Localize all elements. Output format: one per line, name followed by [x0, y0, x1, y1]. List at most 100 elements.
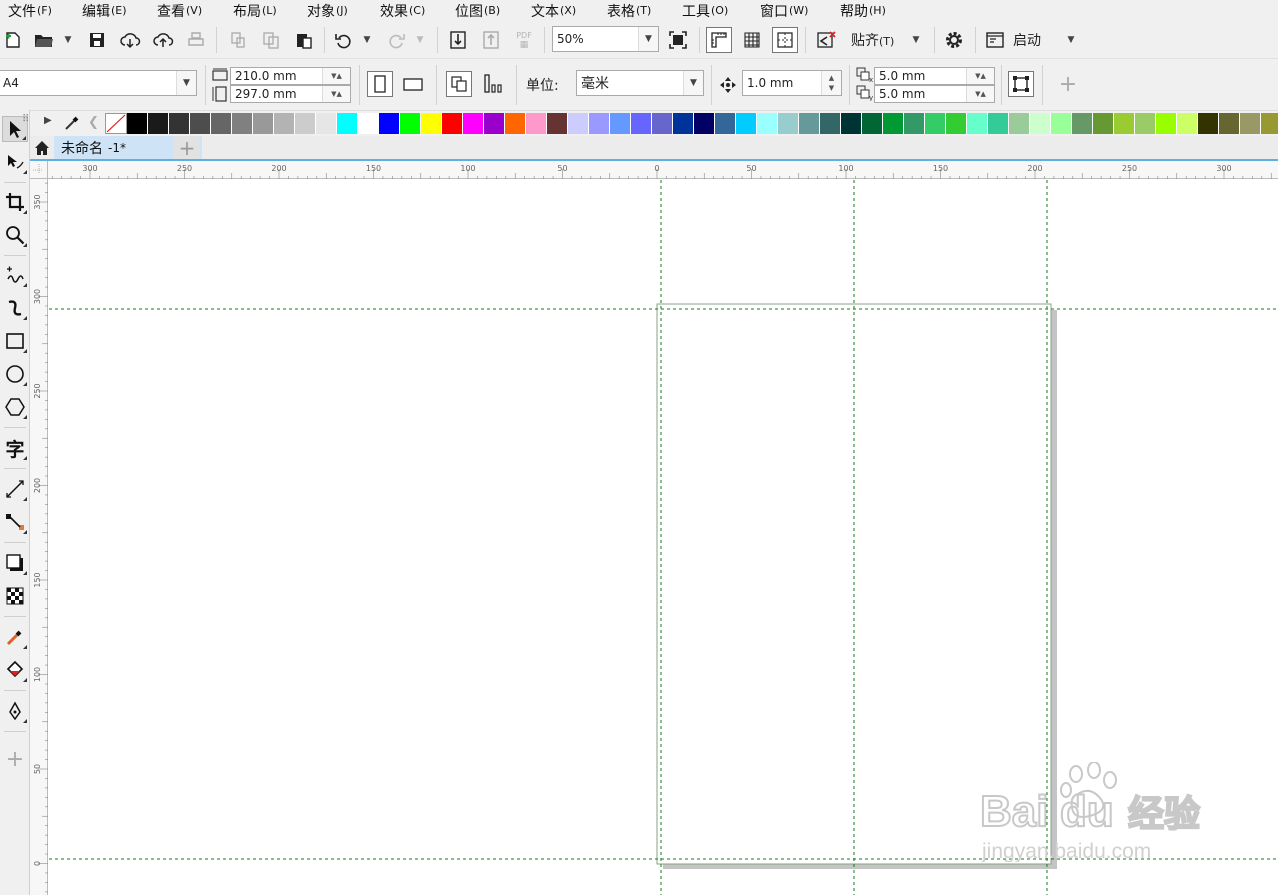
color-swatch[interactable]	[526, 113, 547, 134]
print-icon[interactable]	[183, 27, 209, 53]
nudge-distance-field[interactable]: 1.0 mm ▲ ▼	[742, 70, 842, 96]
color-swatch[interactable]	[547, 113, 568, 134]
chevron-down-icon[interactable]: ▼	[683, 71, 703, 95]
menu-item-10[interactable]: 窗口 (W)	[760, 0, 808, 21]
portrait-orientation-icon[interactable]	[367, 71, 393, 97]
color-swatch[interactable]	[1051, 113, 1072, 134]
color-swatch[interactable]	[946, 113, 967, 134]
full-screen-icon[interactable]	[665, 27, 691, 53]
color-swatch[interactable]	[295, 113, 316, 134]
color-swatch[interactable]	[652, 113, 673, 134]
color-swatch[interactable]	[169, 113, 190, 134]
add-icon[interactable]: +	[1055, 71, 1081, 97]
color-swatch[interactable]	[505, 113, 526, 134]
color-swatch[interactable]	[442, 113, 463, 134]
page-size-select[interactable]: A4 ▼	[0, 70, 197, 96]
artistic-media-tool-icon[interactable]	[2, 295, 28, 321]
color-swatch[interactable]	[1261, 113, 1278, 134]
color-swatch[interactable]	[484, 113, 505, 134]
shape-tool-icon[interactable]	[2, 149, 28, 175]
open-folder-icon[interactable]	[31, 27, 57, 53]
units-select[interactable]: 毫米 ▼	[576, 70, 704, 96]
palette-eyedropper-icon[interactable]	[62, 113, 82, 137]
landscape-orientation-icon[interactable]	[400, 71, 426, 97]
color-swatch[interactable]	[841, 113, 862, 134]
text-tool-icon[interactable]: 字	[2, 435, 28, 461]
color-swatch[interactable]	[1009, 113, 1030, 134]
undo-dropdown-icon[interactable]: ▼	[361, 27, 373, 53]
color-swatch[interactable]	[1072, 113, 1093, 134]
customize-toolbox-icon[interactable]: +	[2, 746, 28, 772]
smart-fill-tool-icon[interactable]	[2, 698, 28, 724]
color-swatch[interactable]	[736, 113, 757, 134]
color-swatch[interactable]	[190, 113, 211, 134]
open-dropdown-icon[interactable]: ▼	[62, 27, 74, 53]
cut-icon[interactable]	[225, 27, 251, 53]
page-height-field[interactable]: 297.0 mm ▼▲	[230, 85, 351, 103]
color-swatch[interactable]	[127, 113, 148, 134]
launch-label[interactable]: 启动	[1013, 30, 1041, 50]
color-swatch[interactable]	[967, 113, 988, 134]
ruler-origin-icon[interactable]	[30, 161, 48, 179]
color-swatch[interactable]	[862, 113, 883, 134]
color-swatch[interactable]	[358, 113, 379, 134]
page-width-stepper[interactable]: ▼▲	[322, 68, 350, 84]
color-swatch[interactable]	[148, 113, 169, 134]
color-swatch[interactable]	[757, 113, 778, 134]
color-swatch[interactable]	[988, 113, 1009, 134]
publish-pdf-icon[interactable]: PDF ▦	[511, 27, 537, 53]
welcome-home-icon[interactable]	[30, 136, 54, 159]
current-page-icon[interactable]	[480, 71, 506, 97]
color-swatch[interactable]	[421, 113, 442, 134]
color-swatch[interactable]	[568, 113, 589, 134]
zoom-tool-icon[interactable]	[2, 222, 28, 248]
color-swatch[interactable]	[673, 113, 694, 134]
menu-item-1[interactable]: 编辑 (E)	[82, 0, 127, 21]
redo-icon[interactable]	[383, 27, 409, 53]
color-swatch[interactable]	[274, 113, 295, 134]
color-swatch[interactable]	[1135, 113, 1156, 134]
color-swatch[interactable]	[694, 113, 715, 134]
color-swatch[interactable]	[337, 113, 358, 134]
color-swatch[interactable]	[589, 113, 610, 134]
menu-item-5[interactable]: 效果 (C)	[380, 0, 425, 21]
rectangle-tool-icon[interactable]	[2, 328, 28, 354]
export-icon[interactable]	[478, 27, 504, 53]
color-swatch[interactable]	[1156, 113, 1177, 134]
cloud-upload-icon[interactable]	[150, 27, 176, 53]
menu-item-7[interactable]: 文本 (X)	[531, 0, 576, 21]
snap-off-icon[interactable]	[813, 27, 839, 53]
color-swatch[interactable]	[925, 113, 946, 134]
duplicate-distance-y-stepper[interactable]: ▼▲	[966, 86, 994, 102]
no-color-swatch[interactable]	[105, 113, 127, 134]
color-swatch[interactable]	[1177, 113, 1198, 134]
color-swatch[interactable]	[379, 113, 400, 134]
paste-icon[interactable]	[291, 27, 317, 53]
cloud-download-icon[interactable]	[117, 27, 143, 53]
color-swatch[interactable]	[211, 113, 232, 134]
page-height-stepper[interactable]: ▼▲	[322, 86, 350, 102]
edit-page-frame-icon[interactable]	[1008, 71, 1034, 97]
color-swatch[interactable]	[232, 113, 253, 134]
menu-item-11[interactable]: 帮助 (H)	[840, 0, 886, 21]
application-launcher-icon[interactable]	[982, 27, 1008, 53]
snap-dropdown-icon[interactable]: ▼	[910, 27, 922, 53]
menu-item-8[interactable]: 表格 (T)	[607, 0, 651, 21]
color-swatch[interactable]	[799, 113, 820, 134]
chevron-down-icon[interactable]: ▼	[176, 71, 196, 95]
menu-item-2[interactable]: 查看 (V)	[157, 0, 202, 21]
palette-expand-icon[interactable]: ▶	[44, 115, 52, 126]
menu-item-4[interactable]: 对象 (J)	[307, 0, 348, 21]
vertical-ruler[interactable]: 350 300 250 200 150 100 50 0	[30, 179, 48, 895]
color-swatch[interactable]	[631, 113, 652, 134]
new-document-icon[interactable]	[0, 27, 26, 53]
interactive-fill-tool-icon[interactable]	[2, 657, 28, 683]
save-icon[interactable]	[84, 27, 110, 53]
menu-item-9[interactable]: 工具 (O)	[682, 0, 728, 21]
menu-item-0[interactable]: 文件 (F)	[8, 0, 52, 21]
color-swatch[interactable]	[610, 113, 631, 134]
color-swatch[interactable]	[715, 113, 736, 134]
eyedropper-tool-icon[interactable]	[2, 624, 28, 650]
color-swatch[interactable]	[883, 113, 904, 134]
redo-dropdown-icon[interactable]: ▼	[414, 27, 426, 53]
